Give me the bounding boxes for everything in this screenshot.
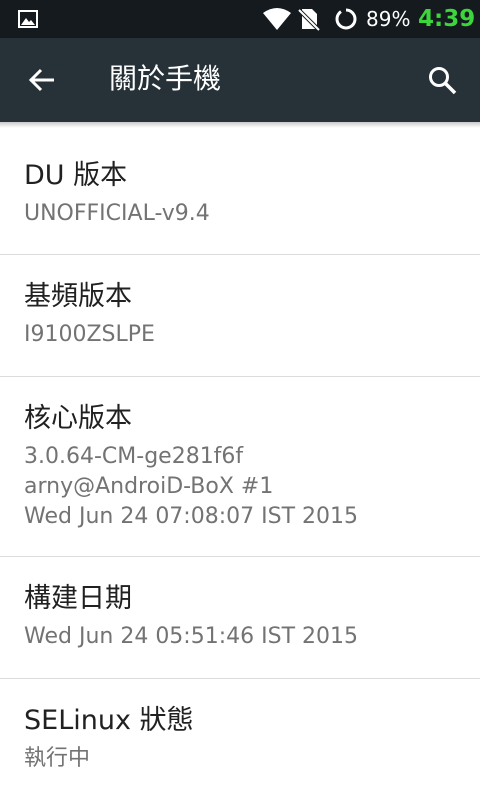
item-summary: 3.0.64-CM-ge281f6f: [24, 444, 244, 469]
item-title: 構建日期: [24, 583, 132, 614]
app-bar: 關於手機: [0, 38, 480, 122]
status-bar: 89% 4:39: [0, 0, 480, 38]
item-summary: I9100ZSLPE: [24, 322, 155, 347]
item-title: SELinux 狀態: [24, 705, 194, 736]
battery-circle-icon: [335, 8, 357, 30]
search-button[interactable]: [422, 60, 462, 100]
item-summary: Wed Jun 24 07:08:07 IST 2015: [24, 504, 358, 529]
wifi-icon: [263, 8, 291, 30]
no-sim-icon: [298, 8, 320, 31]
list-item-du-version[interactable]: DU 版本 UNOFFICIAL-v9.4: [0, 128, 480, 255]
list-item-selinux-status[interactable]: SELinux 狀態 執行中: [0, 679, 480, 800]
back-button[interactable]: [22, 60, 62, 100]
list-item-baseband-version[interactable]: 基頻版本 I9100ZSLPE: [0, 255, 480, 377]
arrow-back-icon: [28, 68, 54, 92]
item-title: DU 版本: [24, 160, 128, 191]
item-title: 核心版本: [24, 403, 132, 434]
battery-percent: 89%: [366, 7, 411, 31]
clock: 4:39: [418, 6, 476, 32]
page-title: 關於手機: [109, 62, 222, 95]
search-icon: [429, 67, 457, 95]
item-summary: 執行中: [24, 746, 91, 771]
item-title: 基頻版本: [24, 281, 132, 312]
item-summary: UNOFFICIAL-v9.4: [24, 201, 210, 226]
list-item-kernel-version[interactable]: 核心版本 3.0.64-CM-ge281f6f arny@AndroiD-BoX…: [0, 377, 480, 557]
item-summary: arny@AndroiD-BoX #1: [24, 474, 274, 499]
item-summary: Wed Jun 24 05:51:46 IST 2015: [24, 624, 358, 649]
gallery-icon: [18, 10, 38, 28]
list-item-build-date[interactable]: 構建日期 Wed Jun 24 05:51:46 IST 2015: [0, 557, 480, 679]
